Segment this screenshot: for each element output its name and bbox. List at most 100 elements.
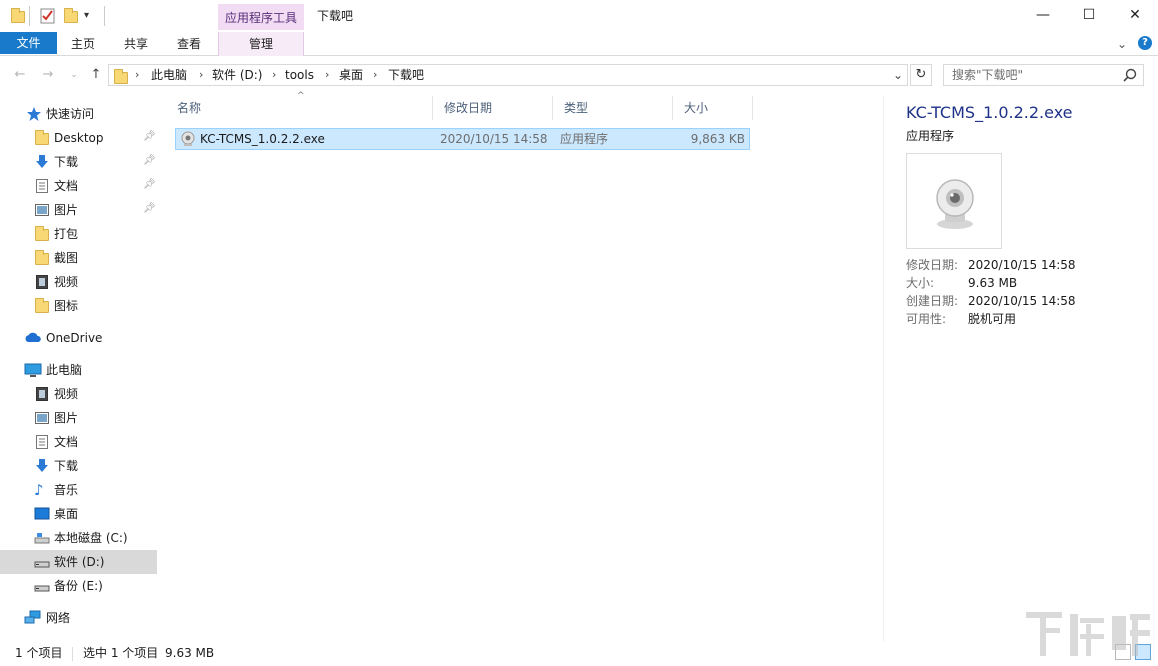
breadcrumb-separator-icon[interactable]: ›: [325, 65, 329, 85]
pin-icon[interactable]: 📌︎: [143, 179, 156, 191]
document-icon: [34, 434, 50, 450]
nav-item-pc-videos[interactable]: 视频: [0, 382, 157, 406]
drive-icon: [34, 578, 50, 594]
tab-share[interactable]: 共享: [116, 32, 156, 56]
search-input[interactable]: [952, 67, 1112, 83]
details-file-type: 应用程序: [906, 129, 955, 143]
video-icon: [34, 386, 50, 402]
nav-item-label: 本地磁盘 (C:): [54, 531, 128, 545]
nav-network[interactable]: 网络: [0, 606, 157, 630]
properties-icon[interactable]: [40, 8, 56, 24]
folder-icon: [34, 130, 50, 146]
nav-item-pictures[interactable]: 图片 📌︎: [0, 198, 157, 222]
folder-icon: [10, 8, 26, 24]
details-key: 修改日期:: [906, 258, 959, 272]
nav-item-label: 下载: [54, 459, 79, 473]
up-arrow-icon[interactable]: ↑: [86, 66, 106, 84]
nav-item-package[interactable]: 打包: [0, 222, 157, 246]
pin-icon[interactable]: 📌︎: [143, 155, 156, 167]
video-icon: [34, 274, 50, 290]
address-bar[interactable]: › 此电脑 › 软件 (D:) › tools › 桌面 › 下载吧 ⌄: [108, 64, 908, 86]
title-bar: ▾ 应用程序工具 下载吧 — ☐ ✕: [0, 0, 1158, 32]
breadcrumb-this-pc[interactable]: 此电脑: [151, 65, 187, 85]
search-box[interactable]: [943, 64, 1144, 86]
picture-icon: [34, 202, 50, 218]
back-arrow-icon[interactable]: ←: [10, 66, 30, 84]
breadcrumb-current[interactable]: 下载吧: [388, 65, 424, 85]
cloud-icon: [24, 330, 41, 346]
picture-icon: [34, 410, 50, 426]
nav-item-screenshots[interactable]: 截图: [0, 246, 157, 270]
details-key: 创建日期:: [906, 294, 959, 308]
customize-toolbar-icon[interactable]: ▾: [84, 8, 100, 24]
nav-quick-access-label: 快速访问: [46, 107, 95, 121]
nav-item-drive-e[interactable]: 备份 (E:): [0, 574, 157, 598]
column-header-size[interactable]: 大小: [673, 96, 753, 120]
nav-item-label: 视频: [54, 275, 79, 289]
details-key: 可用性:: [906, 312, 947, 326]
breadcrumb-desktop[interactable]: 桌面: [339, 65, 363, 85]
tab-manage[interactable]: 管理: [218, 32, 304, 56]
table-row[interactable]: KC-TCMS_1.0.2.2.exe 2020/10/15 14:58 应用程…: [175, 128, 750, 150]
details-value: 脱机可用: [968, 312, 1017, 326]
breadcrumb-separator-icon[interactable]: ›: [272, 65, 276, 85]
nav-item-downloads[interactable]: 下载 📌︎: [0, 150, 157, 174]
breadcrumb-separator-icon[interactable]: ›: [135, 65, 139, 85]
breadcrumb-tools[interactable]: tools: [285, 65, 314, 85]
nav-item-desktop[interactable]: Desktop 📌︎: [0, 126, 157, 150]
document-icon: [34, 178, 50, 194]
pin-icon[interactable]: 📌︎: [143, 203, 156, 215]
nav-quick-access[interactable]: 快速访问: [0, 102, 157, 126]
tab-file[interactable]: 文件: [0, 32, 57, 54]
help-icon[interactable]: ?: [1138, 36, 1152, 50]
details-thumbnail: [906, 153, 1002, 249]
nav-item-label: 音乐: [54, 483, 79, 497]
tab-home[interactable]: 主页: [63, 32, 103, 56]
close-button[interactable]: ✕: [1112, 0, 1158, 30]
pin-icon[interactable]: 📌︎: [143, 131, 156, 143]
breadcrumb-drive-d[interactable]: 软件 (D:): [212, 65, 262, 85]
nav-this-pc[interactable]: 此电脑: [0, 358, 157, 382]
nav-item-label: 截图: [54, 251, 79, 265]
expand-ribbon-chevron-icon[interactable]: ⌄: [1114, 32, 1130, 56]
minimize-button[interactable]: —: [1020, 0, 1066, 30]
nav-item-pc-documents[interactable]: 文档: [0, 430, 157, 454]
nav-item-pc-music[interactable]: ♪ 音乐: [0, 478, 157, 502]
status-item-count: 1 个项目: [15, 646, 63, 660]
nav-item-icons[interactable]: 图标: [0, 294, 157, 318]
address-row: ← → ⌄ ↑ › 此电脑 › 软件 (D:) › tools › 桌面 › 下…: [0, 57, 1158, 93]
breadcrumb-separator-icon[interactable]: ›: [373, 65, 377, 85]
search-icon[interactable]: [1123, 68, 1137, 82]
status-selected: 选中 1 个项目: [83, 646, 159, 660]
address-dropdown-chevron-icon[interactable]: ⌄: [893, 65, 903, 85]
details-file-name: KC-TCMS_1.0.2.2.exe: [906, 103, 1073, 122]
breadcrumb-separator-icon[interactable]: ›: [199, 65, 203, 85]
nav-item-drive-d[interactable]: 软件 (D:): [0, 550, 157, 574]
tab-view[interactable]: 查看: [169, 32, 209, 56]
file-size: 9,863 KB: [690, 132, 745, 146]
column-header-modified[interactable]: 修改日期: [433, 96, 553, 120]
column-header-type[interactable]: 类型: [553, 96, 673, 120]
nav-item-documents[interactable]: 文档 📌︎: [0, 174, 157, 198]
recent-locations-chevron-icon[interactable]: ⌄: [64, 66, 84, 84]
folder-icon: [34, 298, 50, 314]
nav-item-label: 视频: [54, 387, 79, 401]
nav-item-videos[interactable]: 视频: [0, 270, 157, 294]
details-value: 9.63 MB: [968, 276, 1018, 290]
nav-item-label: Desktop: [54, 131, 104, 145]
nav-item-label: 图片: [54, 411, 79, 425]
drive-icon: [34, 530, 50, 546]
nav-item-drive-c[interactable]: 本地磁盘 (C:): [0, 526, 157, 550]
maximize-button[interactable]: ☐: [1066, 0, 1112, 30]
forward-arrow-icon[interactable]: →: [38, 66, 58, 84]
nav-item-pc-pictures[interactable]: 图片: [0, 406, 157, 430]
new-folder-icon[interactable]: [63, 8, 79, 24]
refresh-button[interactable]: ↻: [910, 64, 932, 86]
nav-item-pc-downloads[interactable]: 下载: [0, 454, 157, 478]
nav-item-pc-desktop[interactable]: 桌面: [0, 502, 157, 526]
file-list: 名称 ^ 修改日期 类型 大小 KC-TCMS_1.0.2.2.exe 2020…: [166, 91, 756, 296]
divider: [29, 6, 30, 26]
nav-onedrive[interactable]: OneDrive: [0, 326, 157, 350]
nav-item-label: 备份 (E:): [54, 579, 103, 593]
file-name: KC-TCMS_1.0.2.2.exe: [200, 132, 325, 146]
